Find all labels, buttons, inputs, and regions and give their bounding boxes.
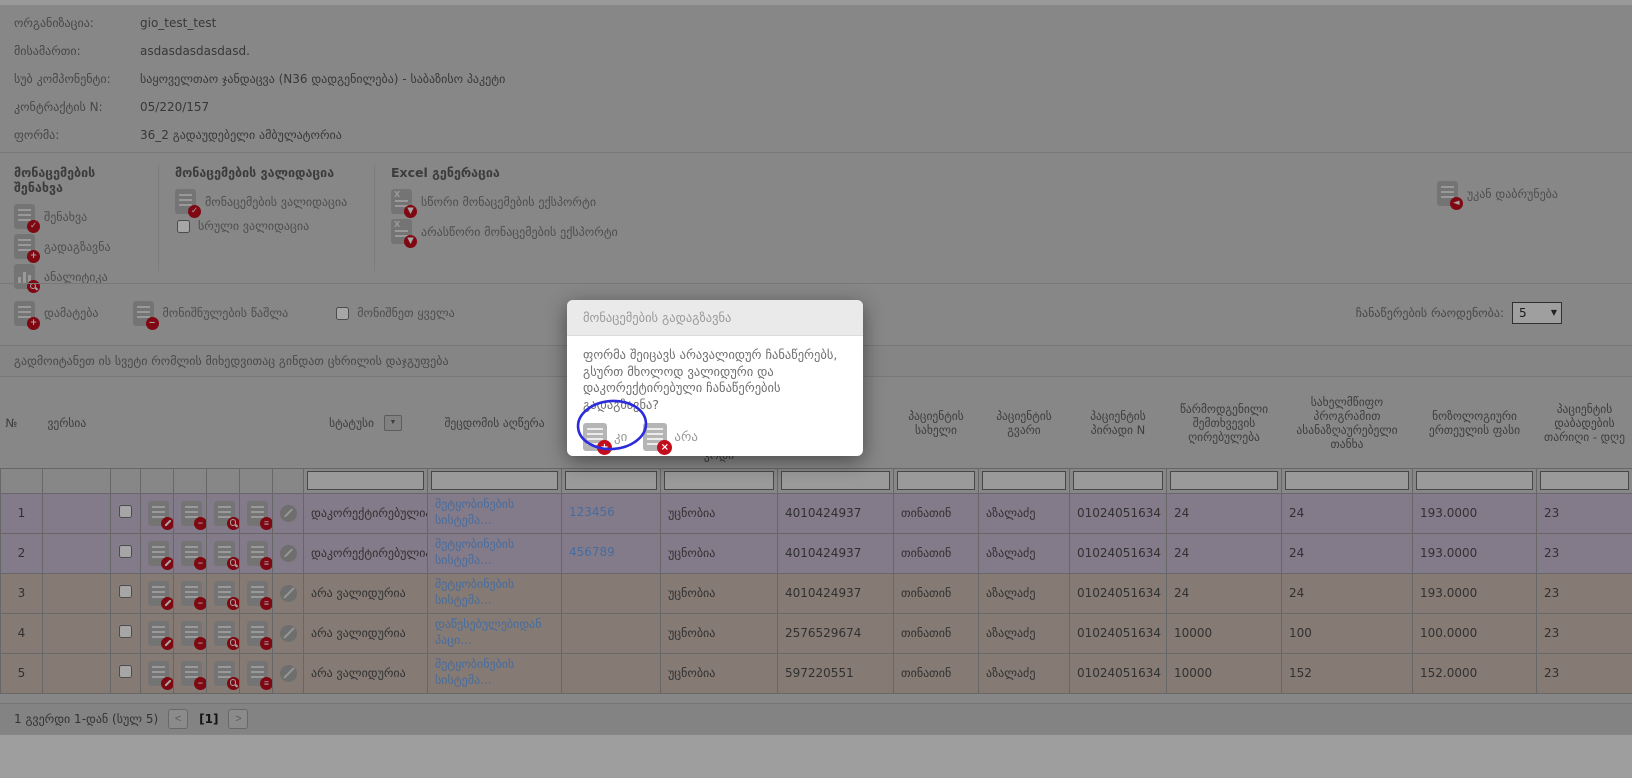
dialog-actions: + კი × არა [567,413,863,456]
application-window: ორგანიზაცია:gio_test_testმისამართი:asdas… [0,0,1632,778]
send-data-dialog: მონაცემების გადაგზავნა ფორმა შეიცავს არა… [567,300,863,456]
no-icon: × [643,423,667,451]
no-label: არა [674,430,698,445]
yes-icon: + [583,423,607,451]
confirm-yes-button[interactable]: + კი [583,423,627,451]
dialog-title: მონაცემების გადაგზავნა [567,300,863,336]
yes-label: კი [614,430,627,445]
dialog-message: ფორმა შეიცავს არავალიდურ ჩანაწერებს, გსუ… [567,336,863,413]
confirm-no-button[interactable]: × არა [643,423,698,451]
